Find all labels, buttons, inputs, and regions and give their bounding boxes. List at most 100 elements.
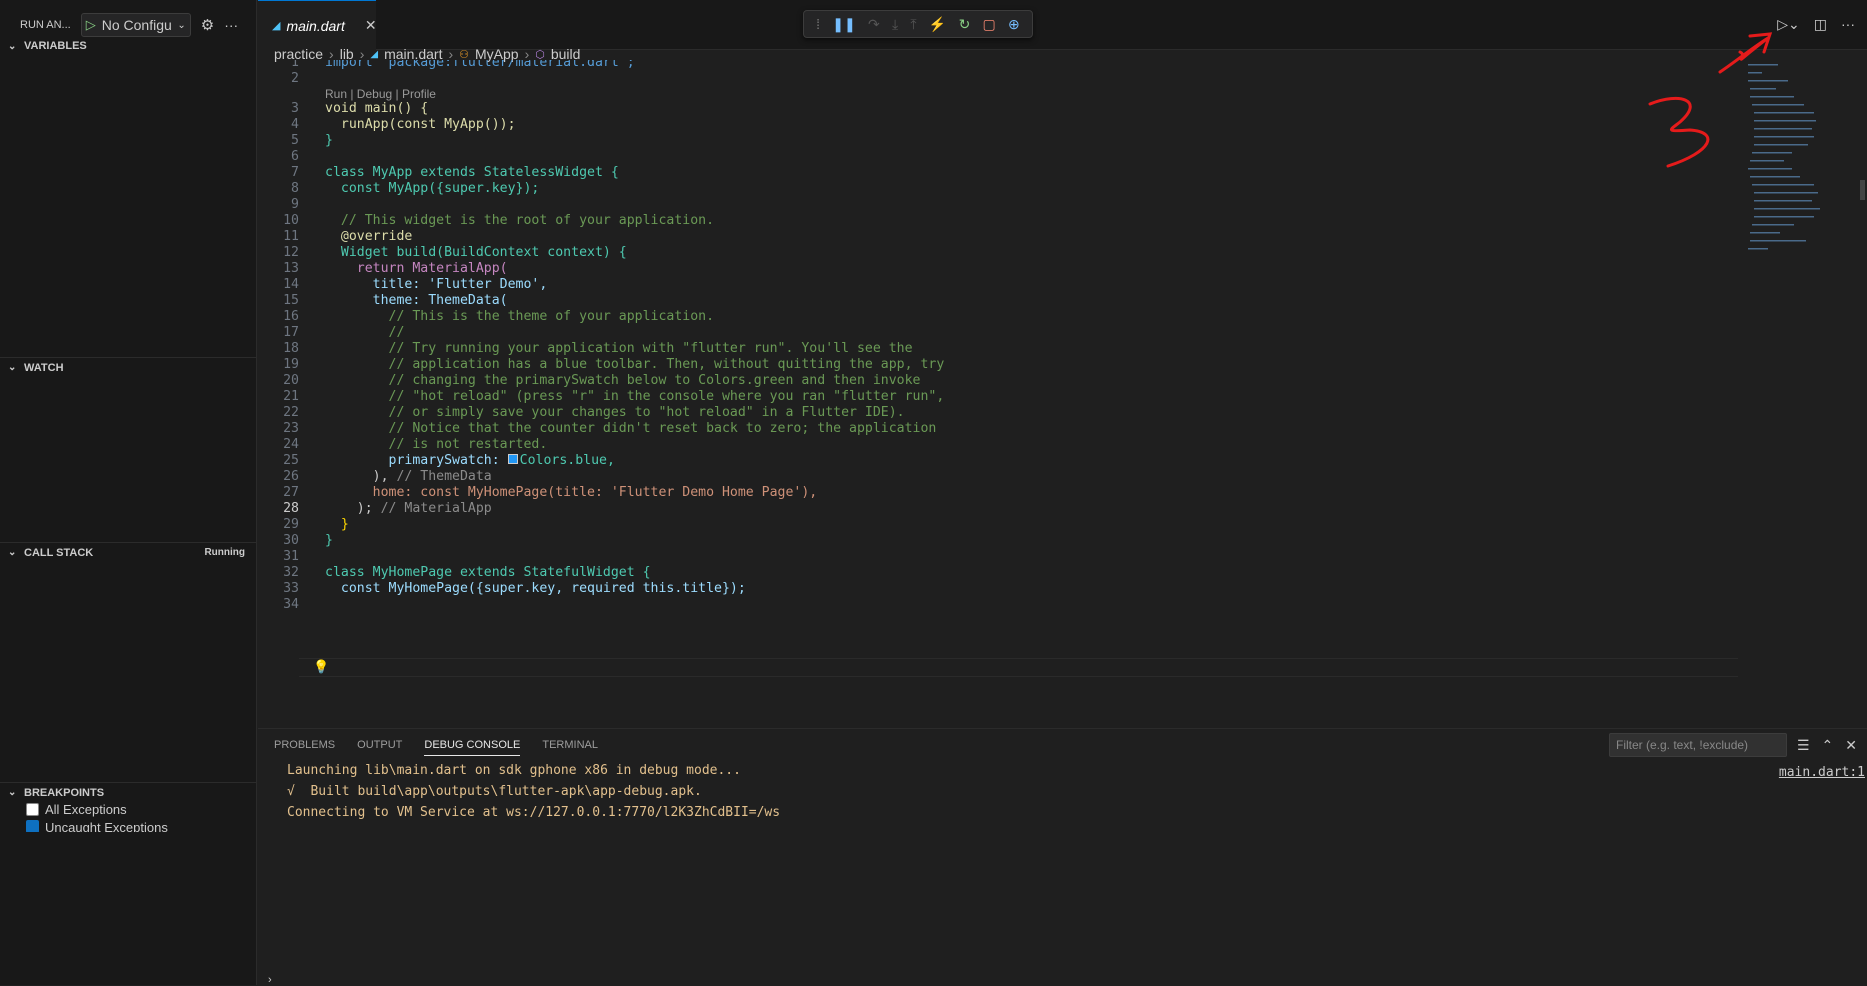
tab-main-dart[interactable]: ◢ main.dart ✕ xyxy=(258,0,377,50)
maximize-icon[interactable]: ⌃ xyxy=(1822,737,1834,754)
code-token: ); xyxy=(325,501,381,516)
more-icon[interactable]: ··· xyxy=(1841,16,1855,33)
section-watch[interactable]: ⌄ WATCH xyxy=(0,357,257,377)
line-number: 31 xyxy=(283,549,299,564)
line-number: 15 xyxy=(283,293,299,308)
method-icon: ⬡ xyxy=(535,48,545,61)
chevron-down-icon: ⌄ xyxy=(177,19,186,31)
code-line: // is not restarted. xyxy=(325,437,548,452)
line-number: 7 xyxy=(291,165,299,180)
line-number: 1 xyxy=(291,60,299,70)
line-number: 34 xyxy=(283,597,299,612)
code-token: // MaterialApp xyxy=(380,501,492,516)
tab-problems[interactable]: PROBLEMS xyxy=(274,739,335,756)
code-line: class MyHomePage extends StatefulWidget … xyxy=(325,565,651,580)
chevron-down-icon: ⌄ xyxy=(8,787,17,798)
lightbulb-icon[interactable]: 💡 xyxy=(313,660,329,675)
checkbox[interactable] xyxy=(26,803,39,816)
code-line: title: 'Flutter Demo', xyxy=(325,277,548,292)
code-line: Widget build(BuildContext context) { xyxy=(325,245,627,260)
console-line: Launching lib\main.dart on sdk gphone x8… xyxy=(287,763,741,778)
chevron-down-icon: ⌄ xyxy=(8,547,17,558)
section-label: WATCH xyxy=(24,361,64,374)
code-line: } xyxy=(325,133,333,148)
pause-icon[interactable]: ❚❚ xyxy=(832,17,855,31)
line-number: 11 xyxy=(283,229,299,244)
line-number: 24 xyxy=(283,437,299,452)
launch-config-select[interactable]: ▷ No Configu ⌄ xyxy=(80,13,191,37)
devtools-icon[interactable]: ⊕ xyxy=(1008,17,1020,31)
tab-terminal[interactable]: TERMINAL xyxy=(542,739,598,756)
console-line: Connecting to VM Service at ws://127.0.0… xyxy=(287,805,781,820)
line-number: 18 xyxy=(283,341,299,356)
editor-actions: ▷⌄ ◫ ··· xyxy=(1777,16,1855,33)
code-line: const MyApp({super.key}); xyxy=(325,181,540,196)
gear-icon[interactable]: ⚙ xyxy=(201,16,214,34)
minimap[interactable] xyxy=(1746,60,1846,300)
checkbox[interactable] xyxy=(26,820,39,832)
line-number: 29 xyxy=(283,517,299,532)
code-line: class MyApp extends StatelessWidget { xyxy=(325,165,619,180)
more-icon[interactable]: ··· xyxy=(224,17,238,33)
code-line: @override xyxy=(325,229,413,244)
code-line: // This widget is the root of your appli… xyxy=(325,213,715,228)
tab-output[interactable]: OUTPUT xyxy=(357,739,402,756)
split-editor-icon[interactable]: ◫ xyxy=(1814,16,1827,33)
run-debug-sidebar: RUN AN... ▷ No Configu ⌄ ⚙ ··· ⌄ VARIABLE… xyxy=(0,0,257,985)
section-breakpoints[interactable]: ⌄ BREAKPOINTS xyxy=(0,782,257,802)
section-label: VARIABLES xyxy=(24,40,87,52)
code-line: home: const MyHomePage(title: 'Flutter D… xyxy=(325,485,818,500)
close-icon[interactable]: ✕ xyxy=(365,17,377,34)
line-number: 27 xyxy=(283,485,299,500)
line-number: 2 xyxy=(291,71,299,86)
status-badge: Running xyxy=(204,547,245,558)
line-number: 4 xyxy=(291,117,299,132)
line-number: 20 xyxy=(283,373,299,388)
code-token: primarySwatch: xyxy=(325,453,508,468)
line-number: 14 xyxy=(283,277,299,292)
play-icon[interactable]: ▷ xyxy=(86,17,96,33)
code-line: return MaterialApp( xyxy=(325,261,508,276)
section-call-stack[interactable]: ⌄ CALL STACK Running xyxy=(0,542,257,562)
line-number: 19 xyxy=(283,357,299,372)
codelens[interactable]: Run | Debug | Profile xyxy=(325,87,436,101)
filter-input[interactable]: Filter (e.g. text, !exclude) xyxy=(1609,733,1787,757)
source-link[interactable]: main.dart:1 xyxy=(1779,765,1865,780)
section-variables[interactable]: ⌄ VARIABLES xyxy=(0,36,257,56)
close-icon[interactable]: ✕ xyxy=(1845,737,1857,754)
code-line: // or simply save your changes to "hot r… xyxy=(325,405,905,420)
code-line: // Notice that the counter didn't reset … xyxy=(325,421,937,436)
breakpoint-label: All Exceptions xyxy=(45,802,127,817)
breakpoint-uncaught-exceptions[interactable]: Uncaught Exceptions xyxy=(26,820,168,832)
color-swatch-icon[interactable] xyxy=(507,454,518,464)
bottom-panel: PROBLEMS OUTPUT DEBUG CONSOLE TERMINAL F… xyxy=(258,728,1867,986)
code-line: // changing the primarySwatch below to C… xyxy=(325,373,921,388)
console-prompt-icon: › xyxy=(268,974,272,986)
line-number: 12 xyxy=(283,245,299,260)
stop-icon[interactable]: ▢ xyxy=(983,17,996,31)
step-into-icon[interactable]: ⤓ xyxy=(892,17,898,31)
code-token: Colors.blue, xyxy=(519,453,615,468)
tab-label: main.dart xyxy=(286,17,345,34)
line-number: 22 xyxy=(283,405,299,420)
debug-toolbar: ⁞ ❚❚ ↷ ⤓ ⤒ ⚡ ↻ ▢ ⊕ xyxy=(803,10,1033,38)
restart-icon[interactable]: ↻ xyxy=(959,17,971,31)
hot-reload-icon[interactable]: ⚡ xyxy=(929,17,946,31)
code-line: theme: ThemeData( xyxy=(325,293,508,308)
clear-console-icon[interactable]: ☰ xyxy=(1797,737,1810,754)
panel-actions: ☰ ⌃ ✕ xyxy=(1797,737,1857,754)
drag-handle-icon[interactable]: ⁞ xyxy=(816,17,820,31)
editor-scrollbar[interactable] xyxy=(1860,180,1865,200)
code-line: // xyxy=(325,325,405,340)
tab-debug-console[interactable]: DEBUG CONSOLE xyxy=(424,739,521,756)
step-out-icon[interactable]: ⤒ xyxy=(910,17,916,31)
line-number: 32 xyxy=(283,565,299,580)
console-line: √ Built build\app\outputs\flutter-apk\ap… xyxy=(287,784,702,799)
code-editor[interactable]: 💡 1 2 3 4 5 6 7 8 9 10 11 12 13 14 15 16… xyxy=(258,60,1738,728)
code-line: ); // MaterialApp xyxy=(325,501,492,516)
step-over-icon[interactable]: ↷ xyxy=(868,17,880,31)
breakpoint-all-exceptions[interactable]: All Exceptions xyxy=(26,802,127,817)
breakpoint-label: Uncaught Exceptions xyxy=(45,820,168,832)
line-number: 25 xyxy=(283,453,299,468)
run-debug-icon[interactable]: ▷⌄ xyxy=(1777,16,1800,33)
